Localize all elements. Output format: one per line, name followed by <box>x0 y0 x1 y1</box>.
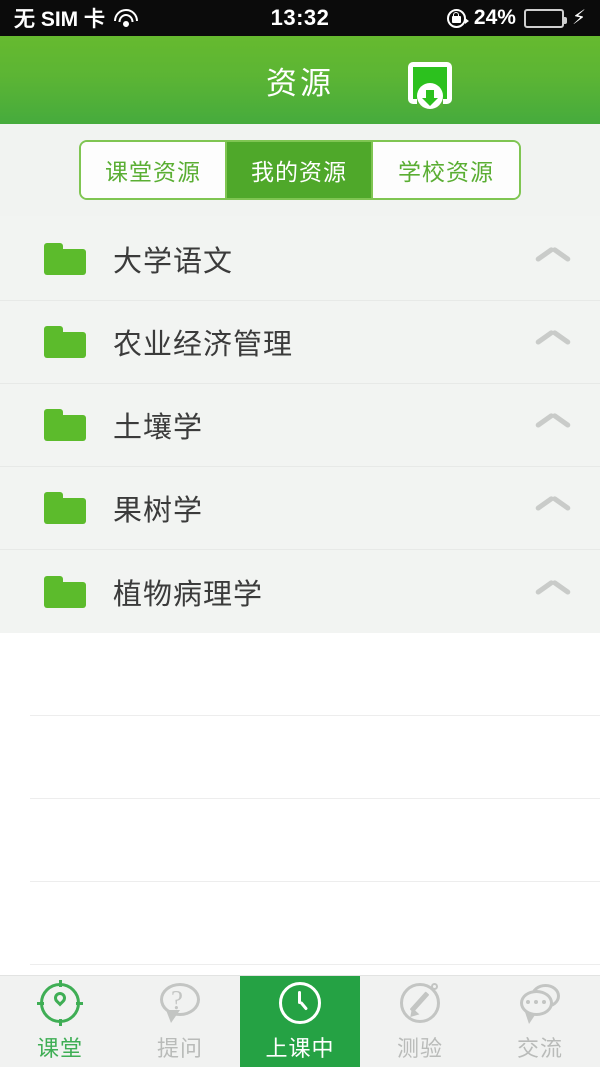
empty-row <box>30 633 600 716</box>
status-bar: 无 SIM 卡 13:32 24% ⚡ <box>0 0 600 36</box>
phone-screen: 无 SIM 卡 13:32 24% ⚡ 资源 课堂资源 我的资源 学校资源 大学… <box>0 0 600 1067</box>
chevron-up-icon[interactable] <box>536 332 570 352</box>
segmented-tabs-bar: 课堂资源 我的资源 学校资源 <box>0 124 600 216</box>
chevron-up-icon[interactable] <box>536 498 570 518</box>
tab-my-resources[interactable]: 我的资源 <box>227 142 373 198</box>
nav-item-label: 提问 <box>156 1036 203 1061</box>
tab-school-resources[interactable]: 学校资源 <box>373 142 519 198</box>
nav-item-classroom[interactable]: 课堂 <box>0 976 120 1067</box>
chat-bubbles-icon <box>517 980 563 1026</box>
clock-icon <box>277 980 323 1026</box>
list-item-label: 植物病理学 <box>113 578 264 611</box>
chevron-up-icon[interactable] <box>536 415 570 435</box>
resource-list: 大学语文 农业经济管理 土壤学 果树学 植物病理学 <box>0 216 600 633</box>
tab-classroom-resources[interactable]: 课堂资源 <box>81 142 227 198</box>
list-item[interactable]: 果树学 <box>0 467 600 550</box>
nav-item-discuss[interactable]: 交流 <box>480 976 600 1067</box>
compass-icon <box>37 980 83 1026</box>
list-item-label: 果树学 <box>113 495 204 527</box>
list-item-label: 农业经济管理 <box>113 329 294 361</box>
list-item[interactable]: 土壤学 <box>0 384 600 467</box>
lightning-bolt-icon: ⚡ <box>571 7 586 29</box>
empty-row <box>30 716 600 799</box>
nav-item-label: 课堂 <box>36 1036 83 1061</box>
list-item-label: 大学语文 <box>113 246 234 278</box>
list-item[interactable]: 植物病理学 <box>0 550 600 633</box>
nav-item-in-class[interactable]: 上课中 <box>240 976 360 1067</box>
battery-percent-label: 24% <box>473 6 516 29</box>
empty-row <box>30 799 600 882</box>
nav-item-label: 上课中 <box>265 1036 335 1061</box>
nav-item-ask[interactable]: ? 提问 <box>120 976 240 1067</box>
nav-item-label: 交流 <box>516 1036 563 1061</box>
battery-icon <box>523 8 567 28</box>
nav-item-label: 测验 <box>396 1036 443 1061</box>
empty-rows-area <box>0 633 600 965</box>
chevron-up-icon[interactable] <box>536 582 570 602</box>
empty-row <box>30 882 600 965</box>
pencil-circle-icon <box>397 980 443 1026</box>
segmented-control: 课堂资源 我的资源 学校资源 <box>79 140 521 200</box>
list-item[interactable]: 大学语文 <box>0 218 600 301</box>
question-bubble-icon: ? <box>157 980 203 1026</box>
bottom-navigation: 课堂 ? 提问 上课中 测验 交流 <box>0 975 600 1067</box>
folder-icon <box>44 409 86 441</box>
app-header: 资源 <box>0 36 600 124</box>
status-bar-right: 24% ⚡ <box>446 6 586 30</box>
list-item-label: 土壤学 <box>113 412 204 444</box>
page-title: 资源 <box>266 65 334 101</box>
folder-icon <box>44 492 86 524</box>
list-item[interactable]: 农业经济管理 <box>0 301 600 384</box>
folder-icon <box>44 326 86 358</box>
nav-item-quiz[interactable]: 测验 <box>360 976 480 1067</box>
folder-icon <box>44 243 86 275</box>
rotation-lock-icon <box>446 8 469 28</box>
download-icon[interactable] <box>408 62 452 109</box>
folder-icon <box>44 575 86 608</box>
chevron-up-icon[interactable] <box>536 249 570 269</box>
